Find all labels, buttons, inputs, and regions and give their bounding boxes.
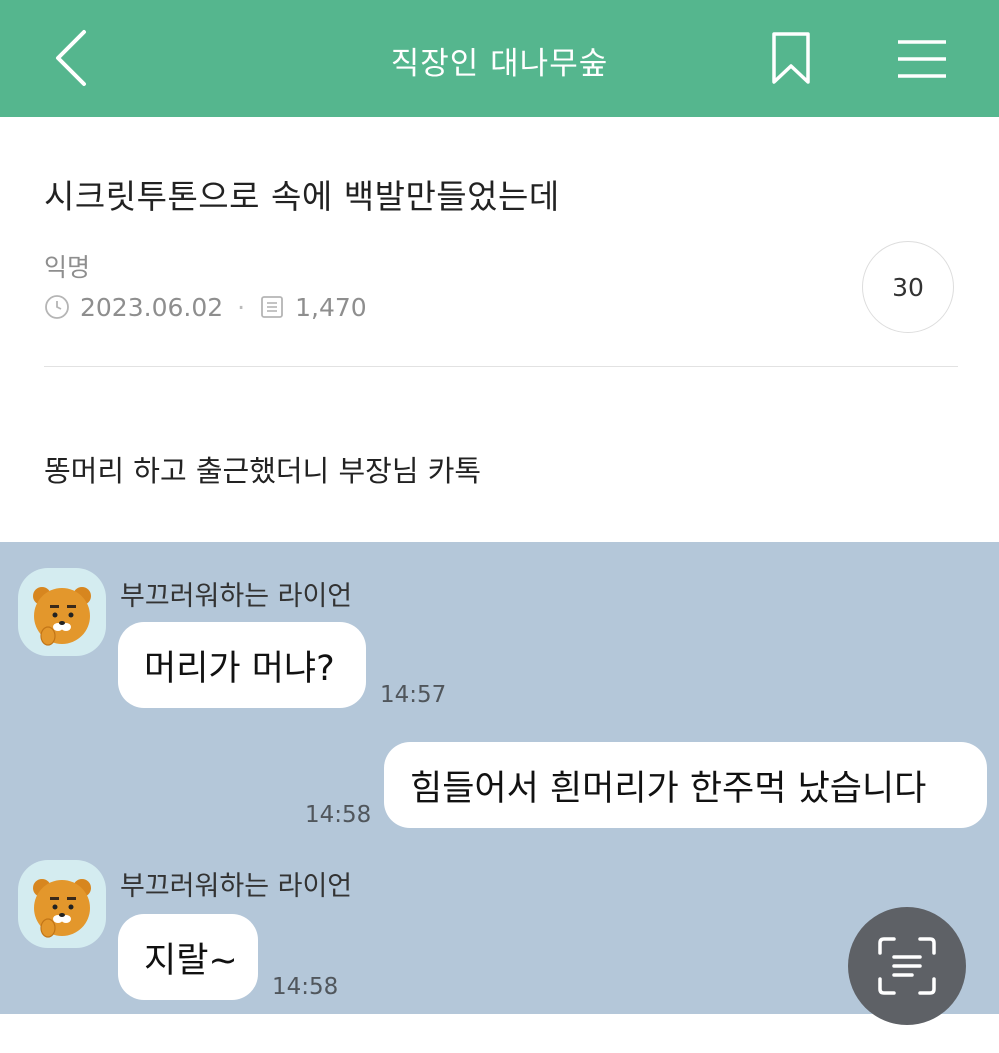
hamburger-menu-icon [898,40,946,78]
clock-icon [45,295,69,319]
meta-separator: · [237,292,246,322]
scan-text-icon [878,937,936,995]
ryan-character-icon [33,879,91,938]
avatar [18,568,106,656]
chat-screenshot: 부끄러워하는 라이언 머리가 머냐? 14:57 14:58 힘들어서 흰머리가… [0,542,999,1014]
post-title: 시크릿투톤으로 속에 백발만들었는데 [44,177,560,216]
sender-name: 부끄러워하는 라이언 [120,871,353,902]
avatar [18,860,106,948]
chat-bubble-mine: 힘들어서 흰머리가 한주먹 났습니다 [384,742,987,828]
chat-bubble: 머리가 머냐? [118,622,366,708]
message-time: 14:58 [272,974,339,1000]
sender-name: 부끄러워하는 라이언 [120,581,353,612]
chat-bubble: 지랄~ [118,914,258,1000]
post-views: 1,470 [295,292,367,322]
views-icon [261,296,283,318]
bottom-area [0,1014,999,1053]
message-time: 14:58 [305,802,372,828]
bookmark-button[interactable] [766,30,816,86]
post-date: 2023.06.02 [80,292,224,322]
ryan-character-icon [33,587,91,646]
board-title: 직장인 대나무숲 [390,46,609,82]
text-scan-button[interactable] [848,907,966,1025]
menu-button[interactable] [894,36,950,82]
post-author: 익명 [44,253,91,282]
message-time: 14:57 [380,682,447,708]
divider [44,366,958,367]
top-bar: 직장인 대나무숲 [0,0,999,117]
comment-count-button[interactable]: 30 [862,241,954,333]
post-body: 똥머리 하고 출근했더니 부장님 카톡 [44,454,482,488]
bookmark-icon [772,32,810,84]
post-meta: 2023.06.02 · 1,470 [44,290,367,324]
